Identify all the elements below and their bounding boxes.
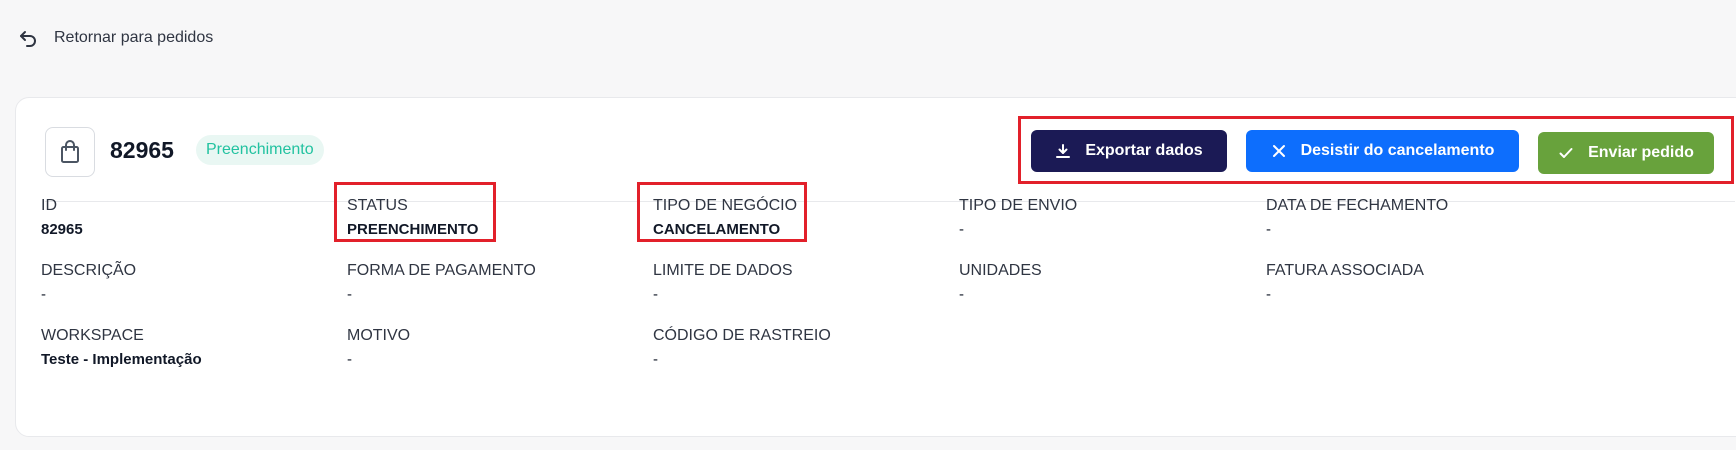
field-label: FORMA DE PAGAMENTO bbox=[347, 262, 536, 279]
field-value: - bbox=[41, 286, 46, 303]
field-reason: MOTIVO - bbox=[347, 327, 410, 368]
field-label: LIMITE DE DADOS bbox=[653, 262, 793, 279]
field-label: WORKSPACE bbox=[41, 327, 144, 344]
order-card: 82965 Preenchimento Exportar dados Desis… bbox=[15, 97, 1736, 437]
field-label: CÓDIGO DE RASTREIO bbox=[653, 327, 831, 344]
field-label: DATA DE FECHAMENTO bbox=[1266, 197, 1449, 214]
header-divider bbox=[45, 201, 1735, 202]
field-label: ID bbox=[41, 197, 57, 214]
field-label: TIPO DE ENVIO bbox=[959, 197, 1078, 214]
back-label: Retornar para pedidos bbox=[54, 29, 214, 46]
order-id: 82965 bbox=[110, 137, 174, 163]
field-value: - bbox=[1266, 221, 1271, 238]
field-closing-date: DATA DE FECHAMENTO - bbox=[1266, 197, 1448, 238]
business-type-highlight bbox=[637, 182, 807, 242]
field-value: - bbox=[653, 351, 658, 368]
send-order-button[interactable]: Enviar pedido bbox=[1538, 132, 1714, 174]
check-icon bbox=[1559, 148, 1573, 158]
status-badge: Preenchimento bbox=[196, 135, 324, 165]
field-value: - bbox=[653, 286, 658, 303]
field-value: - bbox=[347, 286, 352, 303]
field-label: FATURA ASSOCIADA bbox=[1266, 262, 1424, 279]
shopping-bag-icon bbox=[61, 140, 79, 163]
export-button-label: Exportar dados bbox=[1085, 142, 1203, 159]
field-tracking-code: CÓDIGO DE RASTREIO - bbox=[653, 327, 831, 368]
field-workspace: WORKSPACE Teste - Implementação bbox=[41, 327, 202, 368]
field-associated-invoice: FATURA ASSOCIADA - bbox=[1266, 262, 1424, 303]
field-description: DESCRIÇÃO - bbox=[41, 262, 136, 303]
close-icon bbox=[1272, 145, 1285, 157]
status-highlight bbox=[334, 182, 496, 242]
field-label: MOTIVO bbox=[347, 327, 411, 344]
field-id: ID 82965 bbox=[41, 197, 83, 238]
field-value: - bbox=[959, 221, 964, 238]
export-data-button[interactable]: Exportar dados bbox=[1031, 130, 1227, 172]
undo-arrow-icon bbox=[20, 31, 36, 47]
withdraw-cancellation-button[interactable]: Desistir do cancelamento bbox=[1246, 130, 1519, 172]
field-value: Teste - Implementação bbox=[41, 351, 202, 368]
field-shipping-type: TIPO DE ENVIO - bbox=[959, 197, 1077, 238]
order-icon-box bbox=[45, 127, 95, 177]
send-button-label: Enviar pedido bbox=[1588, 144, 1694, 161]
download-icon bbox=[1056, 144, 1071, 158]
field-value: 82965 bbox=[41, 221, 83, 238]
back-to-orders-link[interactable]: Retornar para pedidos bbox=[18, 28, 213, 48]
field-label: DESCRIÇÃO bbox=[41, 262, 137, 279]
field-label: UNIDADES bbox=[959, 262, 1042, 279]
field-payment-method: FORMA DE PAGAMENTO - bbox=[347, 262, 536, 303]
field-data-limit: LIMITE DE DADOS - bbox=[653, 262, 793, 303]
field-value: - bbox=[1266, 286, 1271, 303]
field-value: - bbox=[347, 351, 352, 368]
field-value: - bbox=[959, 286, 964, 303]
cancel-button-label: Desistir do cancelamento bbox=[1300, 142, 1495, 159]
field-units: UNIDADES - bbox=[959, 262, 1042, 303]
